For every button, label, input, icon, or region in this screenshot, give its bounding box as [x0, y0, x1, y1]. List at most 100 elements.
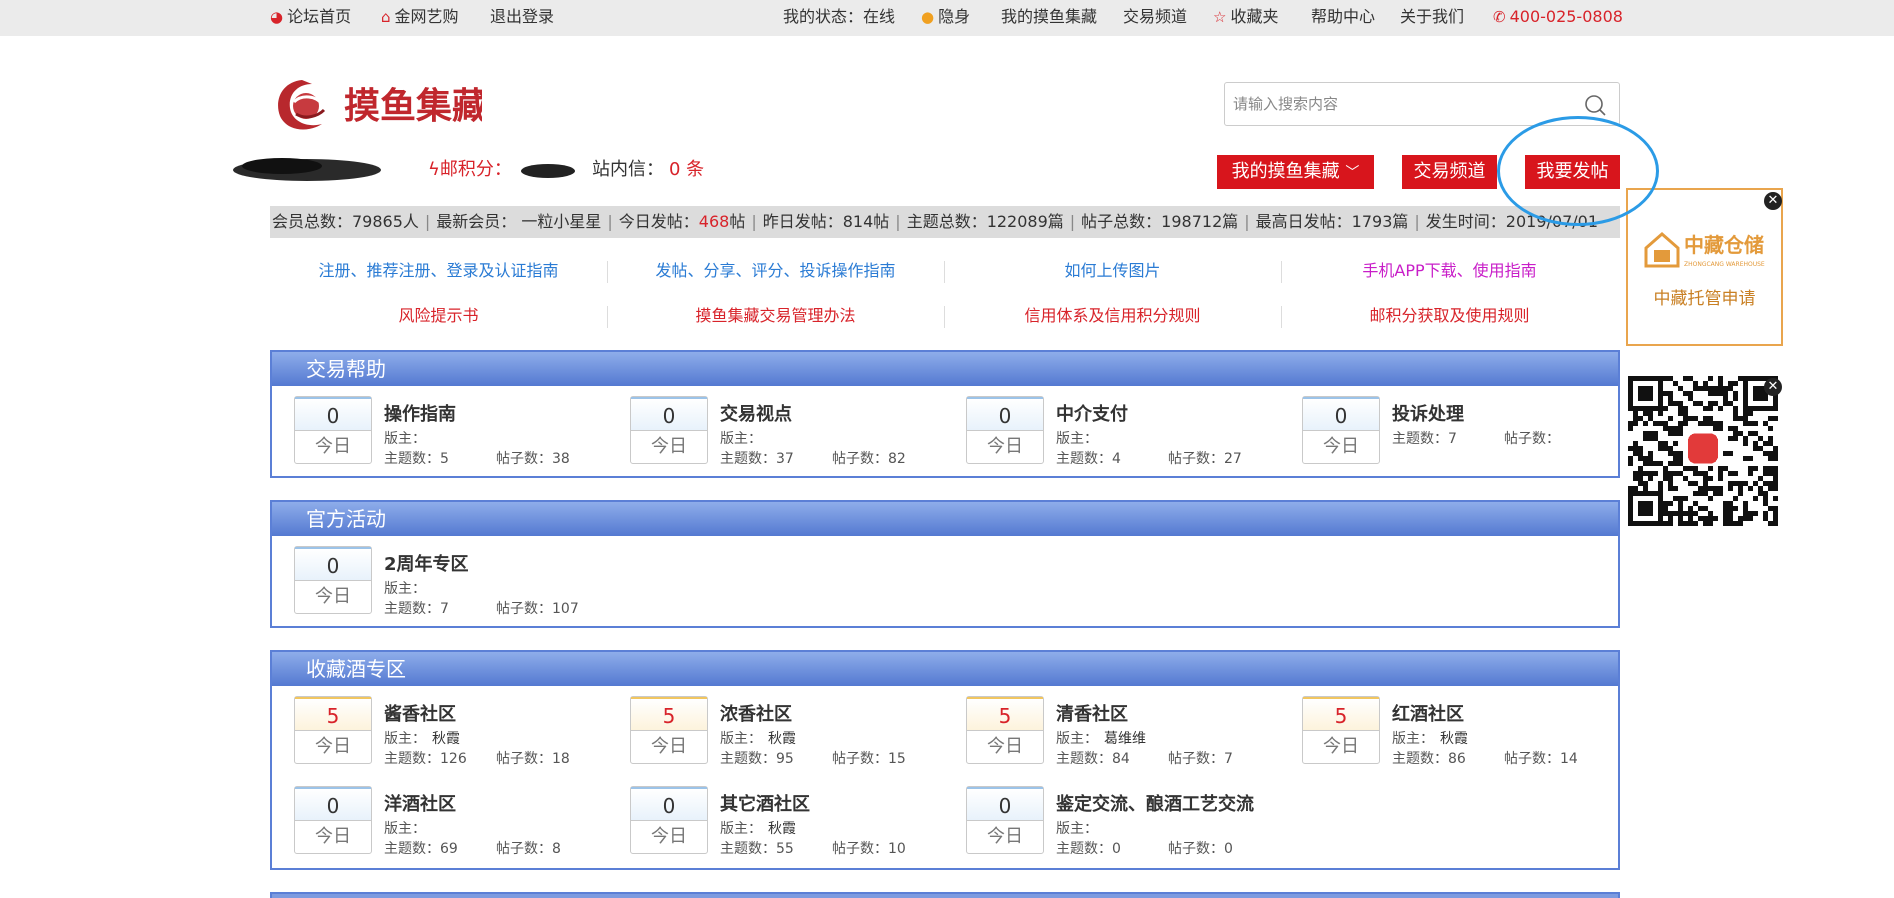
stat-today-label: 今日发帖： — [618, 212, 699, 231]
today-count: 0 — [295, 787, 371, 821]
forum-name[interactable]: 清香社区 — [1056, 700, 1128, 726]
star-icon: ☆ — [1213, 8, 1227, 26]
forum-topic-count: 主题数：5 — [384, 451, 449, 467]
about-link[interactable]: 关于我们 — [1400, 6, 1464, 28]
site-logo[interactable]: 摸鱼集藏 — [272, 74, 488, 136]
forum-post-count: 帖子数：7 — [1168, 751, 1233, 767]
favorites-link[interactable]: ☆ 收藏夹 — [1213, 6, 1278, 28]
help-center-link[interactable]: 帮助中心 — [1311, 6, 1375, 28]
moderator-name[interactable]: 秋霞 — [768, 731, 796, 747]
forum-name[interactable]: 中介支付 — [1056, 400, 1128, 426]
search-input[interactable] — [1233, 93, 1563, 115]
forum-topic-count: 主题数：95 — [720, 751, 794, 767]
moderator-name[interactable]: 秋霞 — [432, 731, 460, 747]
forum-item: 0 今日 操作指南 版主： 主题数：5 帖子数：38 — [282, 396, 612, 468]
forum-stats-bar: 会员总数：79865人 | 最新会员： 一粒小星星 | 今日发帖：468帖 | 昨日发帖：8… — [270, 206, 1620, 238]
today-label: 今日 — [987, 436, 1023, 457]
section-title[interactable]: 官方活动 — [272, 502, 1618, 536]
today-count-box[interactable]: 5 今日 — [966, 696, 1044, 764]
today-count-box[interactable]: 0 今日 — [630, 786, 708, 854]
today-count-box[interactable]: 5 今日 — [630, 696, 708, 764]
today-count-box[interactable]: 0 今日 — [294, 546, 372, 614]
today-label: 今日 — [315, 736, 351, 757]
forum-moderator: 主题数：7 — [1392, 428, 1463, 448]
help-link[interactable]: 风险提示书 — [270, 304, 607, 328]
today-count: 0 — [631, 397, 707, 431]
forum-item: 0 今日 交易视点 版主： 主题数：37 帖子数：82 — [618, 396, 948, 468]
forum-name[interactable]: 酱香社区 — [384, 700, 456, 726]
username-redacted — [233, 158, 381, 181]
forum-post-count: 帖子数：14 — [1504, 751, 1578, 767]
trade-channel-link[interactable]: 交易频道 — [1123, 6, 1187, 28]
forum-name[interactable]: 其它酒社区 — [720, 790, 810, 816]
forum-item: 0 今日 鉴定交流、酿酒工艺交流 版主： 主题数：0 帖子数：0 — [954, 786, 1284, 858]
favorites-label: 收藏夹 — [1230, 7, 1279, 26]
today-count: 0 — [967, 787, 1043, 821]
today-count-box[interactable]: 5 今日 — [294, 696, 372, 764]
moderator-label: 版主： — [720, 821, 762, 837]
today-label: 今日 — [315, 436, 351, 457]
forum-name[interactable]: 洋酒社区 — [384, 790, 456, 816]
forum-name[interactable]: 操作指南 — [384, 400, 456, 426]
stat-topics: 主题总数：122089篇 — [906, 212, 1064, 231]
forum-topic-count: 主题数：37 — [720, 451, 794, 467]
logout-link[interactable]: 退出登录 — [490, 6, 554, 28]
today-count: 5 — [1303, 697, 1379, 731]
forum-topic-count: 主题数：7 — [384, 601, 449, 617]
zhongcang-sub: ZHONGCANG WAREHOUSE — [1684, 261, 1765, 268]
today-count-box[interactable]: 0 今日 — [966, 396, 1044, 464]
help-link[interactable]: 手机APP下载、使用指南 — [1281, 259, 1618, 283]
today-label: 今日 — [315, 586, 351, 607]
new-post-button[interactable]: 我要发帖 — [1525, 155, 1620, 189]
stat-time: 发生时间：2019/07/01 — [1425, 212, 1599, 231]
help-link[interactable]: 发帖、分享、评分、投诉操作指南 — [607, 259, 944, 283]
moderator-name[interactable]: 秋霞 — [768, 821, 796, 837]
trade-channel-button[interactable]: 交易频道 — [1402, 155, 1497, 189]
forum-name[interactable]: 浓香社区 — [720, 700, 792, 726]
forum-home-link[interactable]: ◕ 论坛首页 — [270, 6, 351, 28]
today-count-box[interactable]: 0 今日 — [630, 396, 708, 464]
today-count-box[interactable]: 0 今日 — [966, 786, 1044, 854]
my-collection-link[interactable]: 我的摸鱼集藏 — [1001, 6, 1097, 28]
help-link[interactable]: 注册、推荐注册、登录及认证指南 — [270, 259, 607, 283]
help-link[interactable]: 信用体系及信用积分规则 — [944, 304, 1281, 328]
today-count-box[interactable]: 0 今日 — [1302, 396, 1380, 464]
today-count-box[interactable]: 5 今日 — [1302, 696, 1380, 764]
forum-name[interactable]: 交易视点 — [720, 400, 792, 426]
my-collection-button[interactable]: 我的摸鱼集藏 ﹀ — [1217, 155, 1374, 189]
moderator-name[interactable]: 葛维维 — [1104, 731, 1146, 747]
search-icon[interactable] — [1583, 93, 1607, 117]
forum-post-count: 帖子数： — [1504, 431, 1560, 447]
moderator-label: 版主： — [384, 581, 426, 597]
points-label: ϟ邮积分： — [428, 158, 512, 182]
invisible-toggle[interactable]: ● 隐身 — [921, 6, 970, 28]
forum-topic-count: 主题数：84 — [1056, 751, 1130, 767]
phone-link[interactable]: ✆ 400-025-0808 — [1493, 6, 1623, 28]
today-count-box[interactable]: 0 今日 — [294, 786, 372, 854]
jinwang-link[interactable]: ⌂ 金网艺购 — [381, 6, 459, 28]
stat-max-day: 最高日发帖：1793篇 — [1255, 212, 1409, 231]
mail-count[interactable]: 0 条 — [669, 158, 704, 182]
forum-moderator: 版主： — [720, 428, 768, 448]
zhongcang-ad[interactable]: 中藏仓储 ZHONGCANG WAREHOUSE 中藏托管申请 — [1626, 188, 1783, 346]
forum-home-label: 论坛首页 — [287, 7, 352, 26]
section-title[interactable]: 收藏酒专区 — [272, 652, 1618, 686]
forum-name[interactable]: 红酒社区 — [1392, 700, 1464, 726]
today-label: 今日 — [1323, 436, 1359, 457]
today-label: 今日 — [1323, 736, 1359, 757]
moderator-name[interactable]: 秋霞 — [1440, 731, 1468, 747]
close-qr-icon[interactable]: ✕ — [1764, 378, 1782, 396]
zhongcang-brand: 中藏仓储 — [1684, 233, 1764, 257]
help-link[interactable]: 如何上传图片 — [944, 259, 1281, 283]
section-title[interactable]: 交易帮助 — [272, 352, 1618, 386]
forum-name[interactable]: 2周年专区 — [384, 550, 469, 576]
today-count-box[interactable]: 0 今日 — [294, 396, 372, 464]
stat-yesterday: 昨日发帖：814帖 — [762, 212, 890, 231]
forum-name[interactable]: 鉴定交流、酿酒工艺交流 — [1056, 790, 1254, 816]
forum-name[interactable]: 投诉处理 — [1392, 400, 1464, 426]
help-link[interactable]: 邮积分获取及使用规则 — [1281, 304, 1618, 328]
help-link[interactable]: 摸鱼集藏交易管理办法 — [607, 304, 944, 328]
close-ad-icon[interactable]: ✕ — [1764, 192, 1782, 210]
forum-item: 0 今日 投诉处理 主题数：7 帖子数： — [1290, 396, 1620, 468]
zhongcang-logo: 中藏仓储 ZHONGCANG WAREHOUSE — [1644, 232, 1765, 268]
